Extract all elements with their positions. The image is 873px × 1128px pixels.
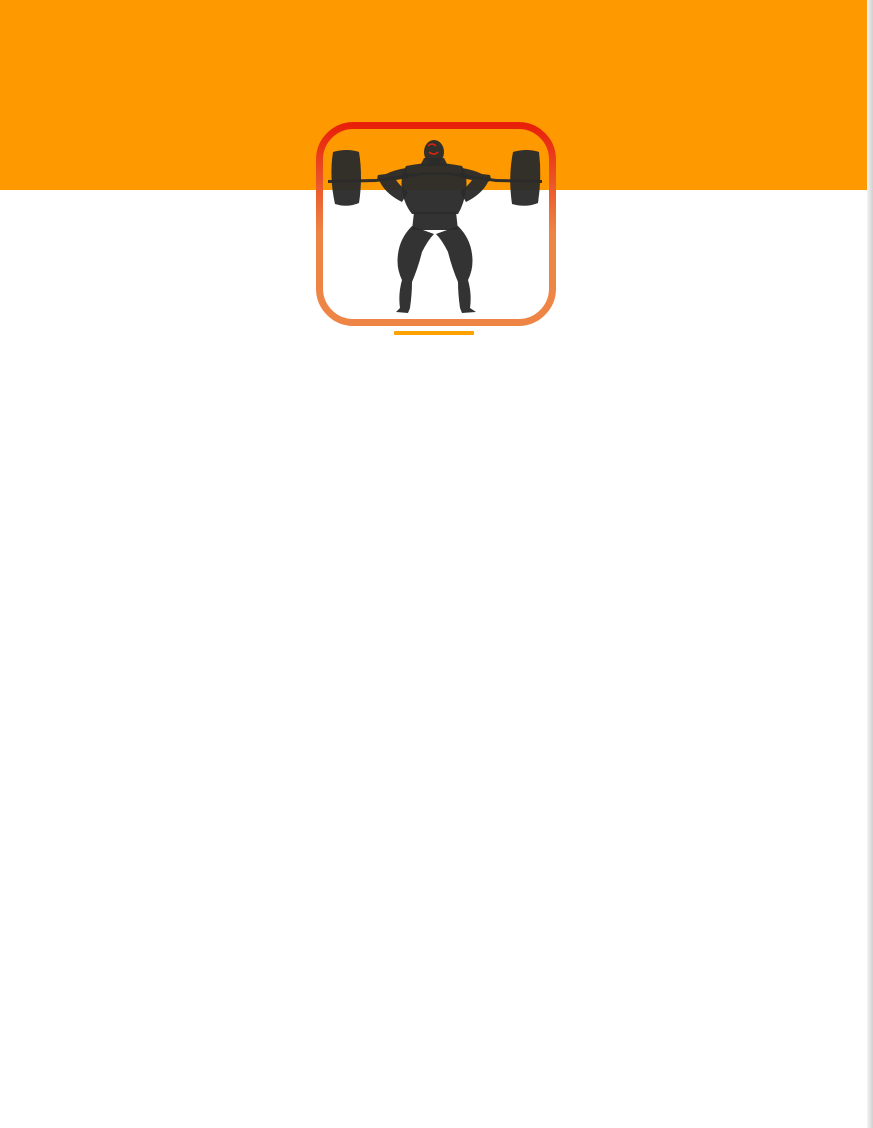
weightlifter-squat-icon [316, 122, 556, 326]
lifter-silhouette [328, 140, 542, 313]
right-plate [510, 150, 541, 206]
logo-underline [394, 331, 474, 335]
window-right-edge [867, 0, 873, 1128]
app-logo [316, 122, 556, 326]
left-plate [331, 150, 361, 206]
